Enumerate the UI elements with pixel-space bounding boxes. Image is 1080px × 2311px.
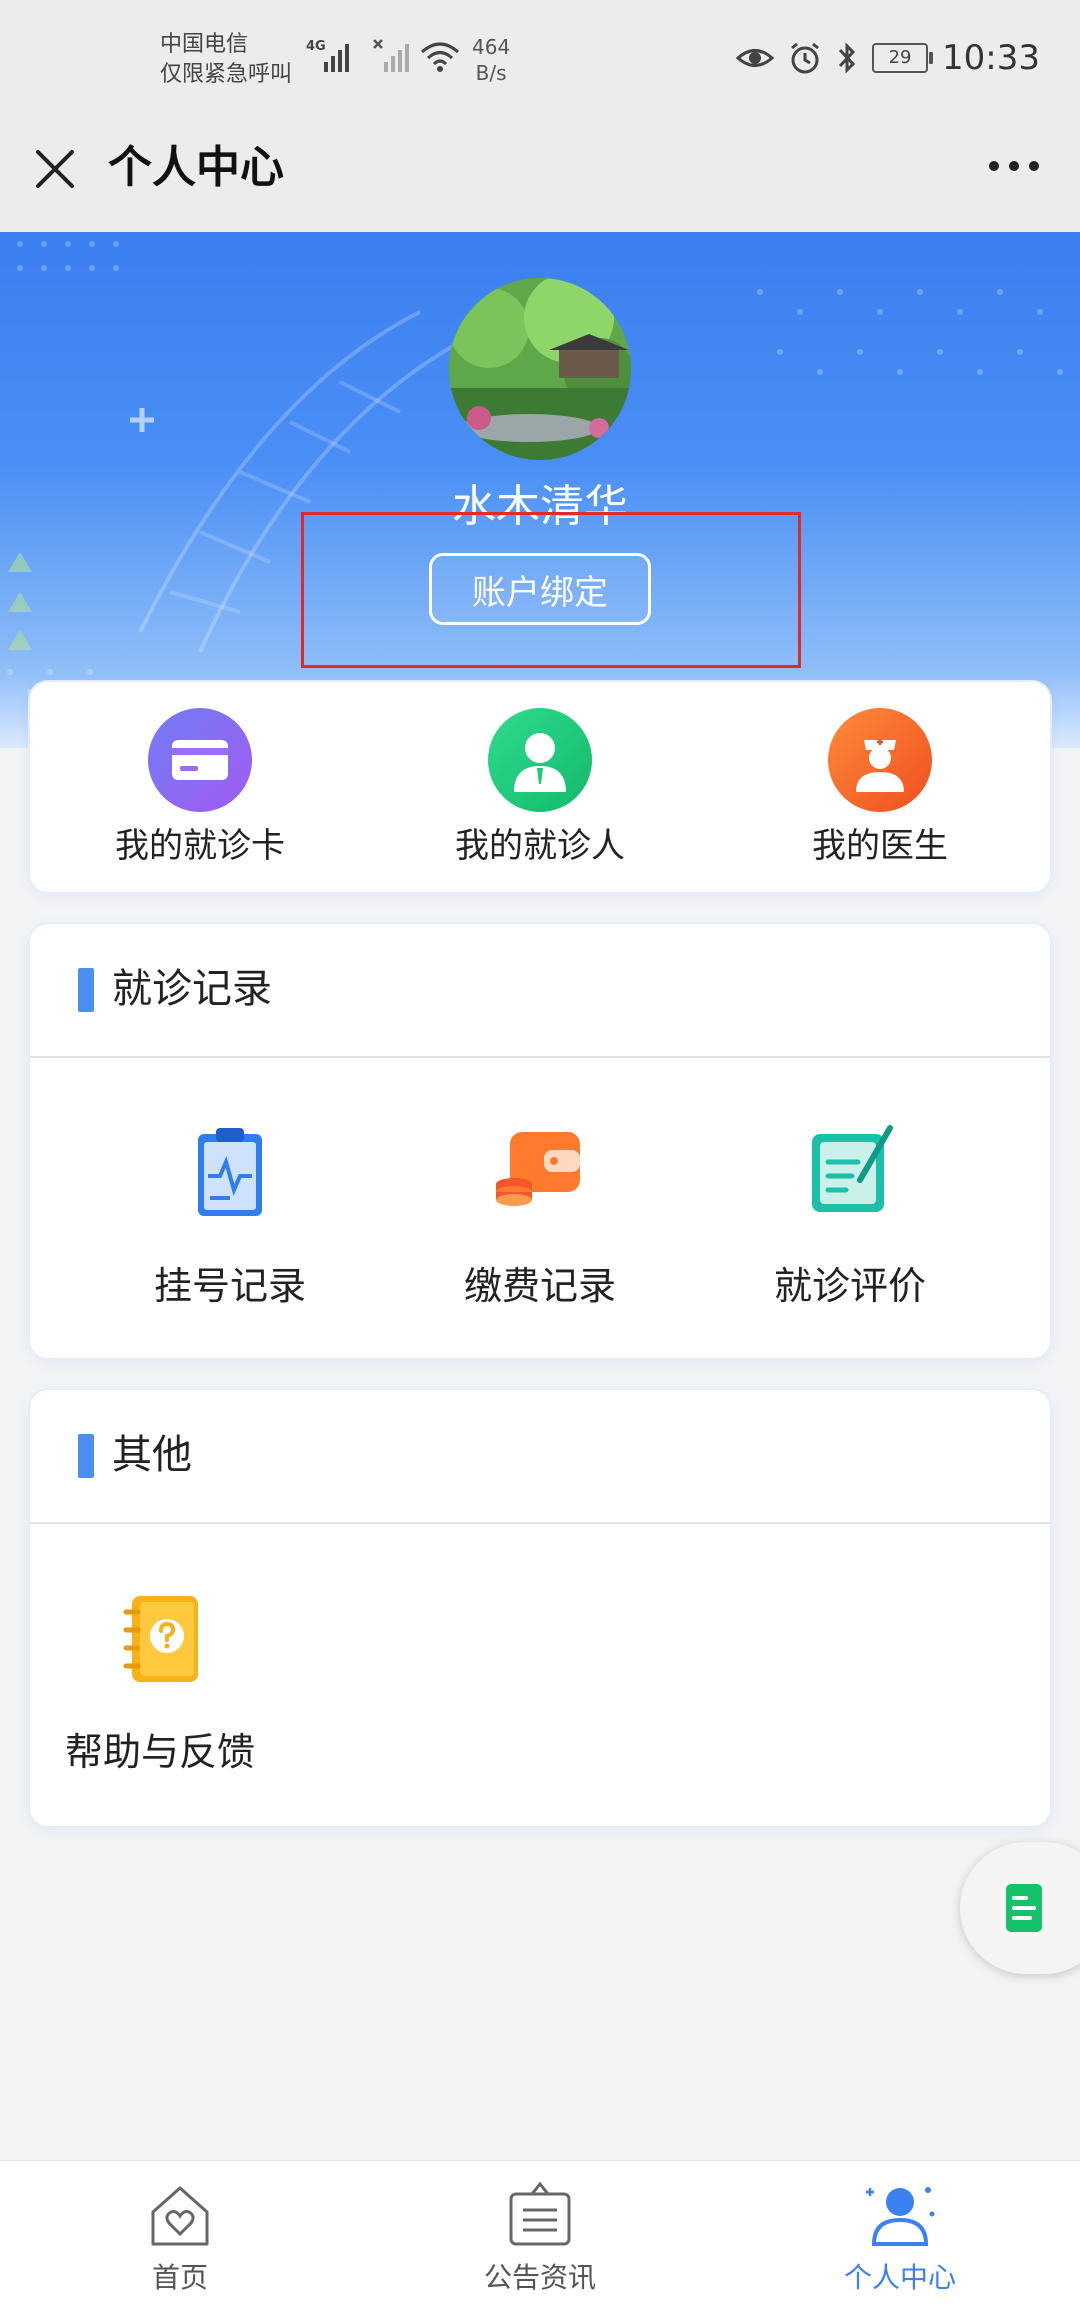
review-icon	[800, 1122, 900, 1222]
profile-icon	[866, 2187, 935, 2246]
wallet-icon	[490, 1122, 590, 1222]
tab-label: 公告资讯	[483, 2261, 596, 2294]
payment-record-button[interactable]: 缴费记录	[410, 1122, 670, 1310]
tab-notice[interactable]: 公告资讯	[440, 2180, 640, 2296]
net-speed: 464 B/s	[472, 34, 510, 86]
battery-icon: 29	[872, 43, 934, 73]
carrier-info: 中国电信 仅限紧急呼叫	[160, 30, 292, 90]
tab-profile[interactable]: 个人中心	[800, 2180, 1000, 2296]
help-feedback-button[interactable]: 帮助与反馈	[30, 1588, 290, 1776]
net-speed-value: 464	[472, 35, 511, 59]
others-card: 其他 帮助与反馈	[30, 1390, 1050, 1826]
avatar[interactable]	[449, 278, 631, 460]
my-card-button[interactable]: 我的就诊卡	[80, 708, 320, 868]
tab-label: 首页	[151, 2261, 208, 2294]
signal-icon: 4G	[306, 36, 366, 84]
card-icon	[148, 708, 252, 812]
clock-time: 10:33	[942, 38, 1040, 78]
carrier-name: 中国电信	[160, 32, 249, 57]
floating-document-button[interactable]	[960, 1842, 1080, 1974]
patient-icon	[488, 708, 592, 812]
others-header: 其他	[30, 1390, 1050, 1524]
tab-label: 个人中心	[843, 2261, 956, 2294]
notice-icon	[509, 2181, 571, 2246]
registration-record-button[interactable]: 挂号记录	[100, 1122, 360, 1310]
grid-label: 缴费记录	[463, 1264, 616, 1308]
quick-link-label: 我的就诊人	[455, 826, 625, 866]
carrier-status: 仅限紧急呼叫	[160, 62, 293, 87]
document-icon	[1006, 1884, 1042, 1932]
section-bar	[78, 968, 94, 1012]
quick-link-label: 我的就诊卡	[115, 826, 285, 866]
grid-label: 挂号记录	[153, 1264, 306, 1308]
net-speed-unit: B/s	[475, 61, 507, 85]
help-book-icon	[110, 1588, 210, 1688]
grid-label: 就诊评价	[773, 1264, 926, 1308]
status-icons: 29 10:33	[736, 38, 1040, 78]
eye-icon	[736, 49, 775, 67]
wifi-icon	[418, 36, 462, 84]
alarm-icon	[791, 42, 819, 74]
records-header: 就诊记录	[30, 924, 1050, 1058]
no-signal-icon	[372, 36, 412, 84]
clipboard-icon	[180, 1122, 280, 1222]
grid-label: 帮助与反馈	[64, 1730, 255, 1774]
quick-link-label: 我的医生	[812, 826, 948, 866]
visit-review-button[interactable]: 就诊评价	[720, 1122, 980, 1310]
section-title: 其他	[112, 1432, 192, 1478]
section-bar	[78, 1434, 94, 1478]
more-menu-icon[interactable]	[988, 156, 1040, 180]
tab-home[interactable]: 首页	[80, 2180, 280, 2296]
section-title: 就诊记录	[112, 966, 272, 1012]
page-title: 个人中心	[108, 142, 284, 193]
records-card: 就诊记录 挂号记录 缴费记录 就诊评价	[30, 924, 1050, 1358]
bluetooth-icon	[838, 42, 856, 74]
my-patient-button[interactable]: 我的就诊人	[420, 708, 660, 868]
home-icon	[151, 2186, 209, 2246]
doctor-icon	[828, 708, 932, 812]
my-doctor-button[interactable]: 我的医生	[760, 708, 1000, 868]
close-icon[interactable]	[30, 144, 80, 194]
highlight-box	[301, 512, 801, 668]
net-type: 4G	[306, 39, 326, 54]
